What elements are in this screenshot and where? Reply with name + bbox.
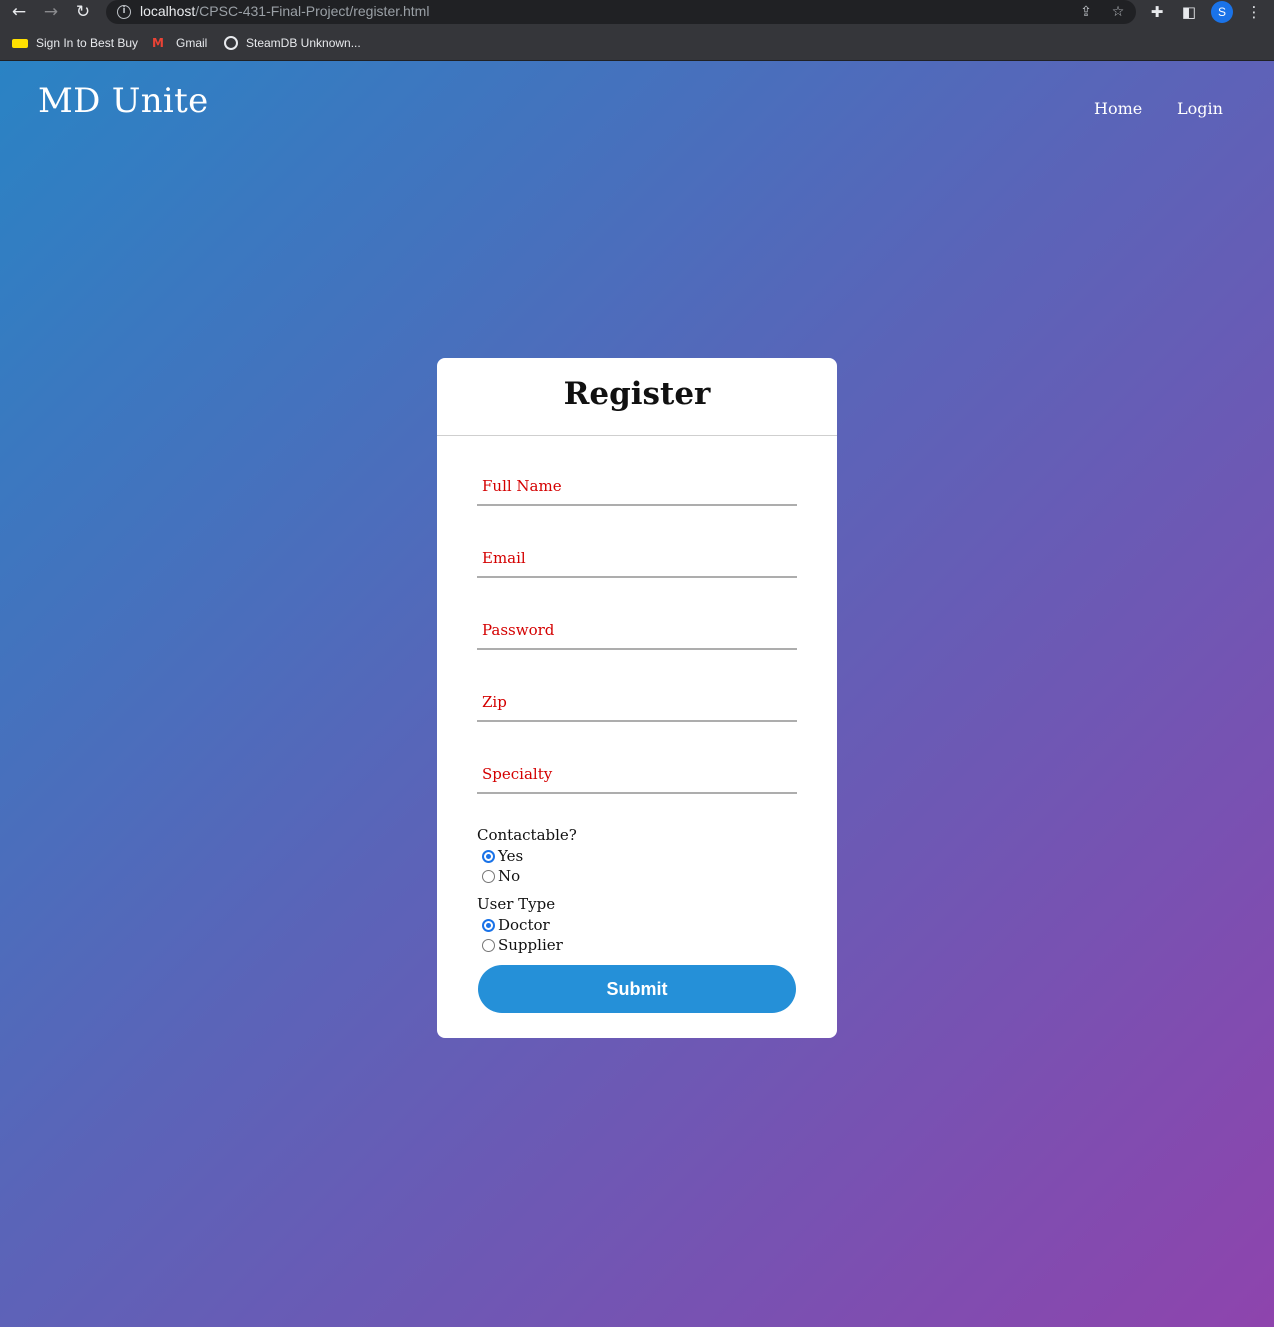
- back-arrow-icon[interactable]: ←: [8, 1, 30, 23]
- specialty-field[interactable]: Specialty: [477, 754, 797, 794]
- bookmark-label: SteamDB Unknown...: [246, 36, 361, 50]
- radio-checked-icon[interactable]: [482, 849, 495, 863]
- profile-avatar[interactable]: S: [1211, 1, 1233, 23]
- contactable-label: Contactable?: [477, 826, 577, 844]
- browser-toolbar: ← → ↻ i localhost/CPSC-431-Final-Project…: [0, 0, 1274, 25]
- password-placeholder: Password: [482, 621, 555, 639]
- register-card: Register Full Name Email Password Zip Sp…: [437, 358, 837, 1038]
- side-panel-icon[interactable]: ◧: [1178, 1, 1200, 23]
- bookmark-best-buy[interactable]: Sign In to Best Buy: [12, 33, 138, 53]
- radio-checked-icon[interactable]: [482, 918, 495, 932]
- specialty-placeholder: Specialty: [482, 765, 553, 783]
- gmail-icon: M: [152, 36, 164, 50]
- bookmark-steamdb[interactable]: SteamDB Unknown...: [224, 33, 361, 53]
- radio-label: Yes: [498, 847, 524, 865]
- forward-arrow-icon[interactable]: →: [40, 1, 62, 23]
- contactable-yes-radio[interactable]: Yes: [482, 847, 523, 865]
- radio-unchecked-icon[interactable]: [482, 869, 495, 883]
- user-type-label: User Type: [477, 895, 556, 913]
- bookmark-label: Gmail: [176, 36, 208, 50]
- radio-label: Doctor: [498, 916, 550, 934]
- page-viewport: MD Unite Home Login Register Full Name E…: [0, 61, 1274, 1327]
- zip-field[interactable]: Zip: [477, 682, 797, 722]
- radio-label: No: [498, 867, 521, 885]
- email-field[interactable]: Email: [477, 538, 797, 578]
- nav-link-login[interactable]: Login: [1177, 99, 1223, 118]
- user-type-doctor-radio[interactable]: Doctor: [482, 916, 550, 934]
- reload-icon[interactable]: ↻: [72, 1, 94, 23]
- site-logo[interactable]: MD Unite: [38, 81, 209, 121]
- full-name-field[interactable]: Full Name: [477, 466, 797, 506]
- url-path: /CPSC-431-Final-Project/register.html: [195, 3, 430, 19]
- full-name-placeholder: Full Name: [482, 477, 562, 495]
- nav-link-home[interactable]: Home: [1094, 99, 1142, 118]
- site-info-icon[interactable]: i: [117, 5, 131, 19]
- contactable-no-radio[interactable]: No: [482, 867, 520, 885]
- bookmark-label: Sign In to Best Buy: [36, 36, 139, 50]
- register-title: Register: [563, 376, 711, 412]
- radio-unchecked-icon[interactable]: [482, 938, 495, 952]
- user-type-supplier-radio[interactable]: Supplier: [482, 936, 563, 954]
- bookmark-gmail[interactable]: M Gmail: [152, 33, 207, 53]
- extensions-puzzle-icon[interactable]: ✚: [1146, 1, 1168, 23]
- submit-button[interactable]: Submit: [478, 965, 796, 1013]
- address-bar[interactable]: i localhost/CPSC-431-Final-Project/regis…: [106, 0, 1136, 24]
- zip-placeholder: Zip: [482, 693, 507, 711]
- kebab-menu-icon[interactable]: ⋮: [1243, 1, 1265, 23]
- share-icon[interactable]: ⇪: [1076, 2, 1096, 22]
- url-host: localhost: [140, 3, 196, 19]
- radio-label: Supplier: [498, 936, 563, 954]
- url-text[interactable]: localhost/CPSC-431-Final-Project/registe…: [140, 3, 429, 19]
- password-field[interactable]: Password: [477, 610, 797, 650]
- bookmark-star-icon[interactable]: ☆: [1108, 2, 1128, 22]
- best-buy-tag-icon: [12, 38, 28, 48]
- bookmarks-bar: Sign In to Best Buy M Gmail SteamDB Unkn…: [0, 25, 1274, 61]
- email-placeholder: Email: [482, 549, 526, 567]
- title-divider: [437, 435, 837, 436]
- steamdb-icon: [224, 36, 238, 50]
